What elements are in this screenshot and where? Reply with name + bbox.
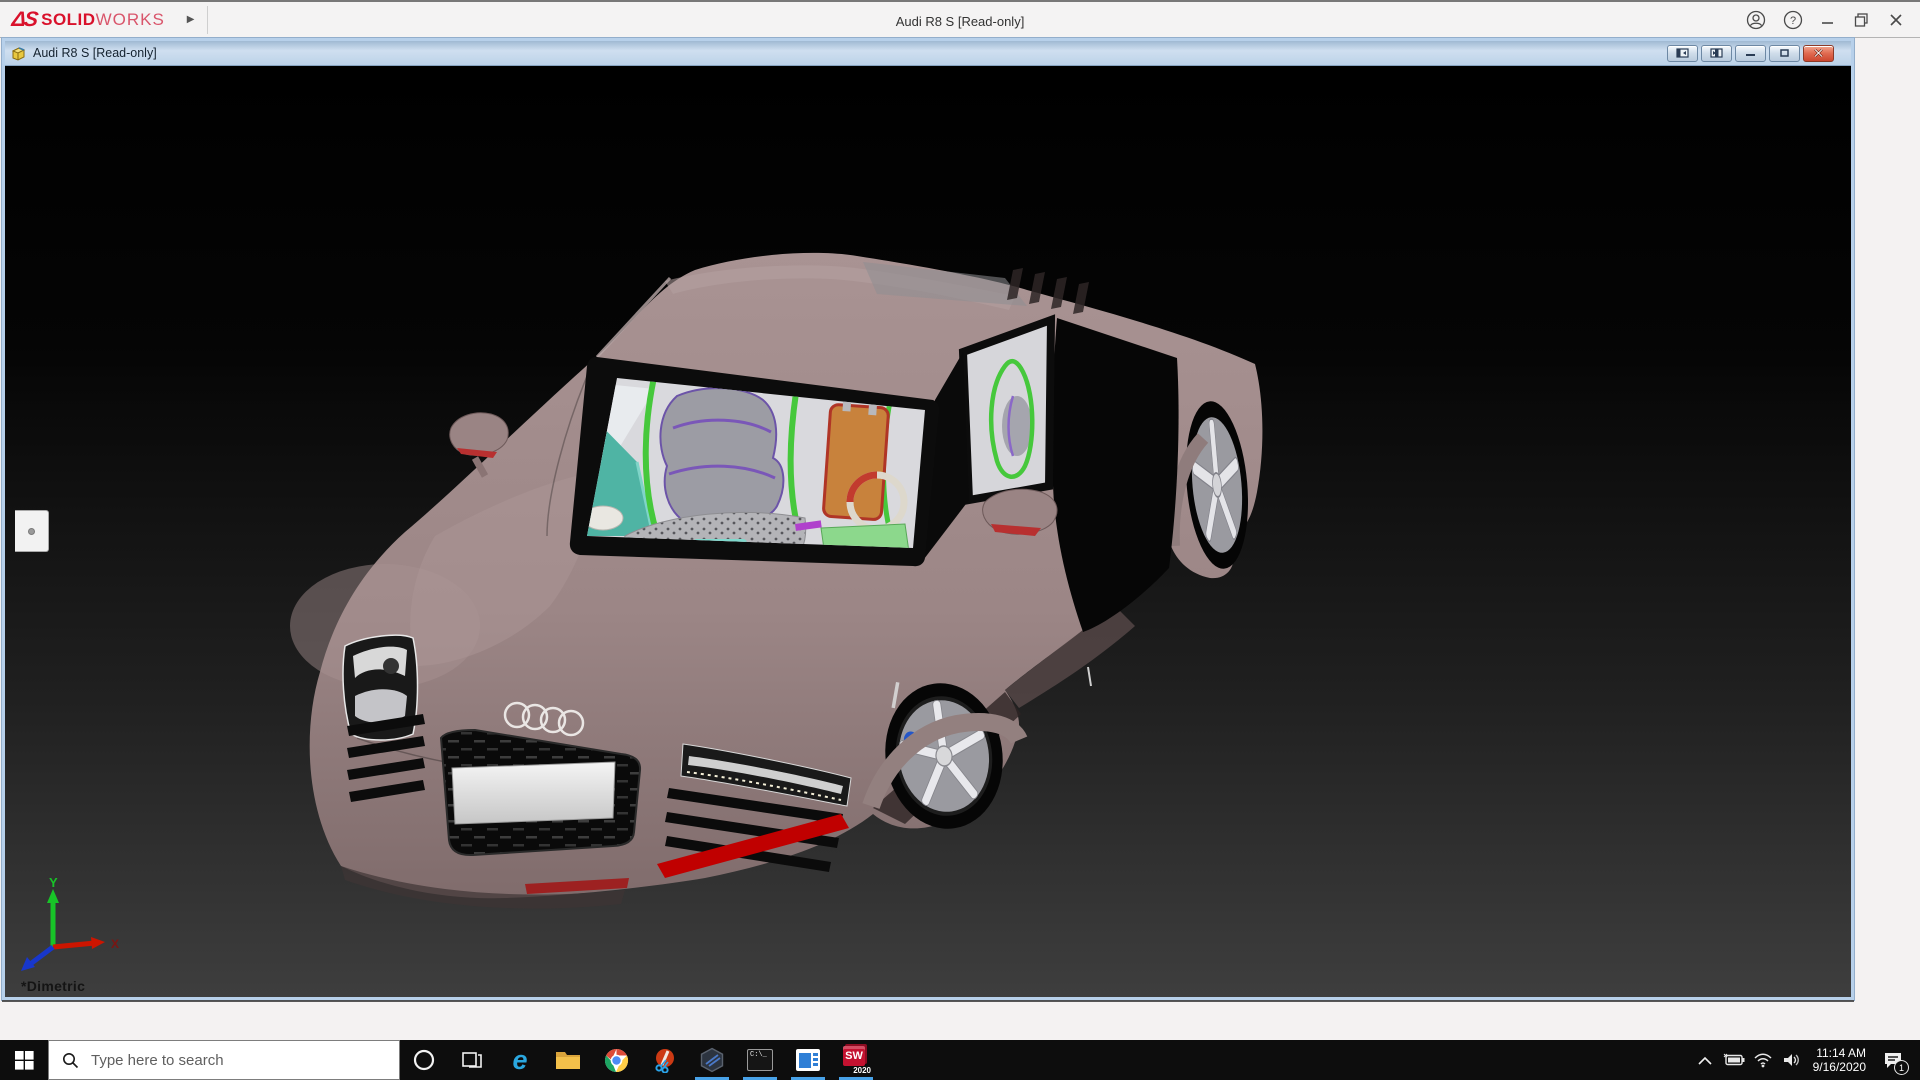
edge-icon: e [512, 1047, 527, 1074]
screen: ΔS SOLID WORKS ▶ Audi R8 S [Read-only] ? [0, 0, 1920, 1080]
clock-time: 11:14 AM [1810, 1046, 1866, 1060]
restore-button[interactable] [1853, 11, 1871, 29]
flyout-dot-icon [28, 528, 35, 535]
windows-logo-icon [15, 1051, 34, 1070]
system-tray: 11:14 AM 9/16/2020 1 [1690, 1040, 1920, 1080]
file-explorer-button[interactable] [544, 1040, 592, 1080]
pane-left-button[interactable] [1667, 45, 1698, 62]
featuremanager-flyout-tab[interactable] [15, 510, 49, 552]
solidworks-taskbar-button[interactable]: SW 2020 [832, 1040, 880, 1080]
solidworks-logo[interactable]: ΔS SOLID WORKS [0, 2, 173, 37]
wifi-icon [1753, 1053, 1773, 1068]
triad-y-label: Y [49, 875, 58, 890]
speaker-icon [1782, 1052, 1802, 1068]
hidden-icons-button[interactable] [1690, 1040, 1719, 1080]
notification-badge: 1 [1894, 1060, 1909, 1075]
triad-x-label: X [111, 937, 119, 951]
taskbar-clock[interactable]: 11:14 AM 9/16/2020 [1806, 1046, 1872, 1074]
file-explorer-icon [555, 1049, 581, 1071]
edge-button[interactable]: e [496, 1040, 544, 1080]
help-icon[interactable]: ? [1783, 10, 1803, 30]
app-window-title: Audi R8 S [Read-only] [0, 2, 1920, 40]
snip-tool-icon [652, 1048, 677, 1073]
task-view-icon [461, 1049, 483, 1071]
menu-flyout-arrow-icon[interactable]: ▶ [187, 14, 195, 25]
part-document-icon [10, 45, 27, 62]
task-view-button[interactable] [448, 1040, 496, 1080]
battery-status[interactable] [1719, 1040, 1748, 1080]
chevron-up-icon [1698, 1056, 1712, 1065]
search-input[interactable]: Type here to search [48, 1040, 400, 1080]
view-orientation-label: *Dimetric [21, 978, 85, 994]
document-title: Audi R8 S [Read-only] [33, 46, 157, 60]
snip-tool-button[interactable] [640, 1040, 688, 1080]
solidworks-2020-icon: SW 2020 [841, 1045, 871, 1075]
viewport-3d[interactable]: Y X *Dimetric [5, 66, 1851, 997]
document-window: Audi R8 S [Read-only] [2, 38, 1854, 1000]
doc-minimize-button[interactable] [1735, 45, 1766, 62]
start-button[interactable] [0, 1040, 48, 1080]
command-prompt-icon: C:\_ [747, 1049, 773, 1071]
brand-works-text: WORKS [96, 10, 165, 30]
network-status[interactable] [1748, 1040, 1777, 1080]
orientation-triad: Y X [15, 869, 125, 979]
command-prompt-button[interactable]: C:\_ [736, 1040, 784, 1080]
chrome-icon [604, 1048, 629, 1073]
volume-status[interactable] [1777, 1040, 1806, 1080]
brand-solid-text: SOLID [41, 10, 95, 30]
search-icon [62, 1052, 79, 1069]
clock-date: 9/16/2020 [1810, 1060, 1866, 1074]
cad-viewer-button[interactable] [688, 1040, 736, 1080]
action-center-button[interactable]: 1 [1872, 1040, 1914, 1080]
document-titlebar[interactable]: Audi R8 S [Read-only] [5, 41, 1851, 66]
chrome-button[interactable] [592, 1040, 640, 1080]
battery-icon [1723, 1053, 1745, 1067]
doc-close-button[interactable] [1803, 45, 1834, 62]
license-plate [452, 762, 615, 824]
window-app-icon [795, 1048, 821, 1072]
center-panel-orange [823, 398, 889, 520]
search-placeholder: Type here to search [91, 1052, 224, 1069]
account-icon[interactable] [1746, 10, 1766, 30]
panel-highlight [1088, 667, 1091, 686]
pane-right-button[interactable] [1701, 45, 1732, 62]
taskbar: Type here to search e [0, 1040, 1920, 1080]
driver-seat [660, 388, 783, 528]
window-app-button[interactable] [784, 1040, 832, 1080]
sideblade-black [1052, 318, 1178, 632]
close-button[interactable] [1888, 12, 1904, 28]
cortana-icon [412, 1048, 436, 1072]
doc-restore-button[interactable] [1769, 45, 1800, 62]
hexagon-app-icon [699, 1047, 725, 1073]
minimize-button[interactable] [1820, 12, 1836, 28]
app-titlebar: ΔS SOLID WORKS ▶ Audi R8 S [Read-only] ? [0, 0, 1920, 38]
dassault-mark-icon: ΔS [10, 8, 37, 32]
svg-text:?: ? [1790, 15, 1796, 27]
audi-r8-model[interactable] [5, 66, 1851, 997]
cortana-button[interactable] [400, 1040, 448, 1080]
titlebar-separator [207, 6, 208, 34]
